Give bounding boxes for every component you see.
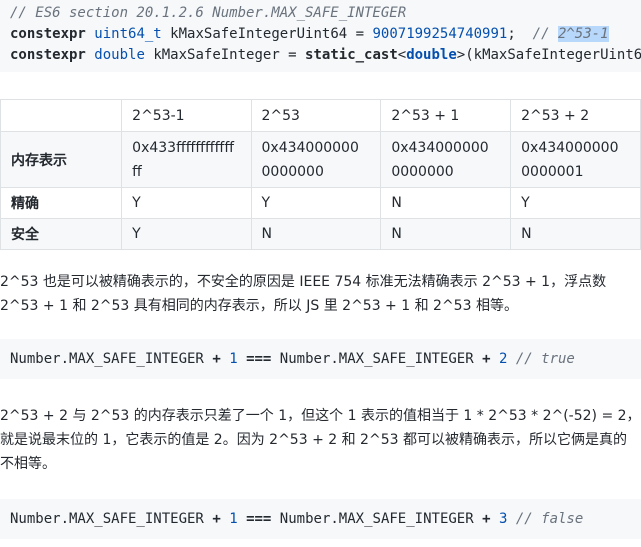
code-cast-type: double [406, 47, 457, 63]
code-cast: static_cast [305, 47, 398, 63]
table-row: 安全 Y N N N [0, 218, 641, 250]
code-operator: + [212, 511, 221, 527]
paragraph-line: 不相等。 [0, 456, 56, 472]
paragraph-2: 2^53 + 2 与 2^53 的内存表示只差了一个 1，但这个 1 表示的值相… [0, 404, 641, 476]
table-cell: Y [510, 187, 641, 219]
code-identifier: Number.MAX_SAFE_INTEGER [10, 511, 204, 527]
table-cell: 0x433ffffffffffff ff [121, 131, 252, 188]
code-block-true: Number.MAX_SAFE_INTEGER + 1 === Number.M… [0, 339, 641, 379]
table-header-cell [0, 99, 123, 132]
code-type: double [94, 47, 145, 63]
table-cell: Y [121, 187, 252, 219]
table-cell: N [510, 218, 641, 250]
code-comment: // ES6 section 20.1.2.6 Number.MAX_SAFE_… [10, 5, 407, 21]
table-row: 精确 Y Y N Y [0, 187, 641, 219]
table-header-cell: 2^53 [250, 99, 382, 132]
paragraph-line: 就是说最末位的 1，它表示的值是 2。因为 2^53 + 2 和 2^53 都可… [0, 432, 627, 448]
code-identifier: kMaxSafeInteger = [153, 47, 297, 63]
code-cast-open: < [397, 47, 407, 63]
table-cell: 0x434000000 0000001 [510, 131, 641, 188]
row-label: 内存表示 [0, 131, 123, 188]
table-cell: N [250, 218, 382, 250]
code-operator: === [246, 511, 272, 527]
code-number: 2 [498, 351, 508, 367]
code-operator: + [482, 351, 491, 367]
code-operator: + [212, 351, 221, 367]
code-identifier: Number.MAX_SAFE_INTEGER [279, 511, 474, 527]
code-keyword: constexpr [10, 47, 86, 63]
table-header-cell: 2^53 + 2 [510, 99, 641, 132]
code-type: uint64_t [94, 26, 162, 42]
comparison-table: 2^53-1 2^53 2^53 + 1 2^53 + 2 内存表示 0x433… [0, 99, 641, 250]
paragraph-line: 2^53 + 2 与 2^53 的内存表示只差了一个 1，但这个 1 表示的值相… [0, 408, 641, 424]
code-identifier: kMaxSafeIntegerUint64 = [170, 26, 365, 42]
code-comment-prefix: // [532, 26, 558, 42]
paragraph-line: 2^53 + 1 和 2^53 具有相同的内存表示，所以 JS 里 2^53 +… [0, 298, 518, 314]
table-cell: Y [121, 218, 252, 250]
code-comment-highlight[interactable]: 2^53-1 [557, 26, 609, 42]
code-comment: // true [515, 351, 575, 367]
code-semicolon: ; [507, 26, 516, 42]
table-cell: N [380, 218, 512, 250]
paragraph-1: 2^53 也是可以被精确表示的，不安全的原因是 IEEE 754 标准无法精确表… [0, 270, 641, 318]
code-operator: === [246, 351, 272, 367]
table-cell: Y [250, 187, 382, 219]
code-comment: // false [515, 511, 584, 527]
code-identifier: Number.MAX_SAFE_INTEGER [279, 351, 474, 367]
table-cell: N [380, 187, 512, 219]
code-block-false: Number.MAX_SAFE_INTEGER + 1 === Number.M… [0, 499, 641, 539]
table-cell: 0x434000000 0000000 [380, 131, 512, 188]
code-block-top: // ES6 section 20.1.2.6 Number.MAX_SAFE_… [0, 0, 641, 72]
table-header-cell: 2^53-1 [121, 99, 252, 132]
table-row: 内存表示 0x433ffffffffffff ff 0x434000000 00… [0, 131, 641, 188]
table-header-row: 2^53-1 2^53 2^53 + 1 2^53 + 2 [0, 99, 641, 132]
code-identifier: Number.MAX_SAFE_INTEGER [10, 351, 204, 367]
paragraph-line: 2^53 也是可以被精确表示的，不安全的原因是 IEEE 754 标准无法精确表… [0, 274, 607, 290]
row-label: 精确 [0, 187, 123, 219]
table-header-cell: 2^53 + 1 [380, 99, 512, 132]
code-operator: + [482, 511, 491, 527]
code-cast-rest: >(kMaxSafeIntegerUint64); [456, 47, 641, 63]
row-label: 安全 [0, 218, 123, 250]
table-cell: 0x434000000 0000000 [250, 131, 382, 188]
code-number: 3 [498, 511, 508, 527]
code-number: 1 [229, 511, 238, 527]
code-number: 9007199254740991 [372, 26, 508, 42]
code-number: 1 [229, 351, 238, 367]
code-keyword: constexpr [10, 26, 86, 42]
